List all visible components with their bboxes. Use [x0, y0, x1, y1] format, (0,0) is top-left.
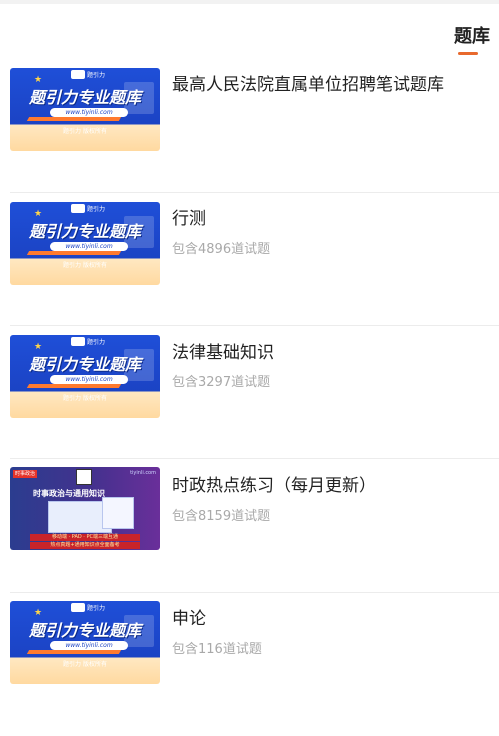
- banner-url: www.tiyinli.com: [50, 108, 128, 117]
- banner-copyright: 题引力 版权所有: [63, 395, 107, 402]
- list-item[interactable]: 题引力 ★ 题引力专业题库 www.tiyinli.com 题引力 版权所有 法…: [10, 326, 499, 459]
- logo-icon: [71, 70, 85, 79]
- qr-code-icon: [76, 469, 92, 485]
- banner-stripe: [26, 117, 122, 121]
- list-item[interactable]: 时事政治 tiyinli.com 时事政治与通用知识 移动端 · PAD · P…: [10, 460, 499, 593]
- logo-text: 题引力: [87, 339, 106, 346]
- banner-image: 题引力 ★ 题引力专业题库 www.tiyinli.com 题引力 版权所有: [10, 601, 160, 684]
- item-title[interactable]: 时政热点练习（每月更新）: [172, 471, 376, 496]
- screen-mockup-secondary: [102, 497, 134, 529]
- banner-image: 题引力 ★ 题引力专业题库 www.tiyinli.com 题引力 版权所有: [10, 202, 160, 285]
- banner-url: www.tiyinli.com: [50, 242, 128, 251]
- banner-headline: 题引力专业题库: [28, 222, 141, 241]
- news-bar-1: 移动端 · PAD · PC端三端互通: [30, 534, 140, 541]
- active-tab-indicator: [458, 52, 478, 55]
- banner-headline: 题引力专业题库: [28, 355, 141, 374]
- item-thumbnail: 题引力 ★ 题引力专业题库 www.tiyinli.com 题引力 版权所有: [10, 601, 160, 684]
- item-title[interactable]: 行测: [172, 204, 206, 229]
- banner-stripe: [26, 251, 122, 255]
- item-title[interactable]: 最高人民法院直属单位招聘笔试题库: [172, 70, 444, 95]
- logo-icon: [71, 603, 85, 612]
- logo-icon: [71, 337, 85, 346]
- news-image: 时事政治 tiyinli.com 时事政治与通用知识 移动端 · PAD · P…: [10, 467, 160, 550]
- banner-stripe: [26, 650, 122, 654]
- banner-image: 题引力 ★ 题引力专业题库 www.tiyinli.com 题引力 版权所有: [10, 68, 160, 151]
- banner-url: www.tiyinli.com: [50, 641, 128, 650]
- banner-url: www.tiyinli.com: [50, 375, 128, 384]
- banner-headline: 题引力专业题库: [28, 88, 141, 107]
- banner-image: 题引力 ★ 题引力专业题库 www.tiyinli.com 题引力 版权所有: [10, 335, 160, 418]
- list-item[interactable]: 题引力 ★ 题引力专业题库 www.tiyinli.com 题引力 版权所有 行…: [10, 193, 499, 326]
- item-title[interactable]: 法律基础知识: [172, 338, 274, 363]
- top-divider: [0, 0, 499, 4]
- banner-copyright: 题引力 版权所有: [63, 661, 107, 668]
- item-thumbnail: 题引力 ★ 题引力专业题库 www.tiyinli.com 题引力 版权所有: [10, 335, 160, 418]
- logo-text: 题引力: [87, 206, 106, 213]
- news-site: tiyinli.com: [130, 470, 156, 476]
- logo-icon: [71, 204, 85, 213]
- tab-question-bank[interactable]: 题库: [420, 22, 490, 48]
- banner-copyright: 题引力 版权所有: [63, 262, 107, 269]
- item-thumbnail: 时事政治 tiyinli.com 时事政治与通用知识 移动端 · PAD · P…: [10, 467, 160, 550]
- item-thumbnail: 题引力 ★ 题引力专业题库 www.tiyinli.com 题引力 版权所有: [10, 202, 160, 285]
- banner-stripe: [26, 384, 122, 388]
- item-question-count: 包含116道试题: [172, 642, 262, 657]
- news-tag: 时事政治: [13, 470, 38, 478]
- item-question-count: 包含4896道试题: [172, 242, 271, 257]
- banner-headline: 题引力专业题库: [28, 621, 141, 640]
- logo-text: 题引力: [87, 72, 106, 79]
- item-question-count: 包含8159道试题: [172, 509, 271, 524]
- list-item[interactable]: 题引力 ★ 题引力专业题库 www.tiyinli.com 题引力 版权所有 申…: [10, 593, 499, 726]
- item-thumbnail: 题引力 ★ 题引力专业题库 www.tiyinli.com 题引力 版权所有: [10, 68, 160, 151]
- banner-copyright: 题引力 版权所有: [63, 128, 107, 135]
- item-question-count: 包含3297道试题: [172, 375, 271, 390]
- list-item[interactable]: 题引力 ★ 题引力专业题库 www.tiyinli.com 题引力 版权所有 最…: [10, 60, 499, 193]
- news-bar-2: 热点真题+通用知识点全面备考: [30, 542, 140, 549]
- item-title[interactable]: 申论: [172, 604, 206, 629]
- logo-text: 题引力: [87, 605, 106, 612]
